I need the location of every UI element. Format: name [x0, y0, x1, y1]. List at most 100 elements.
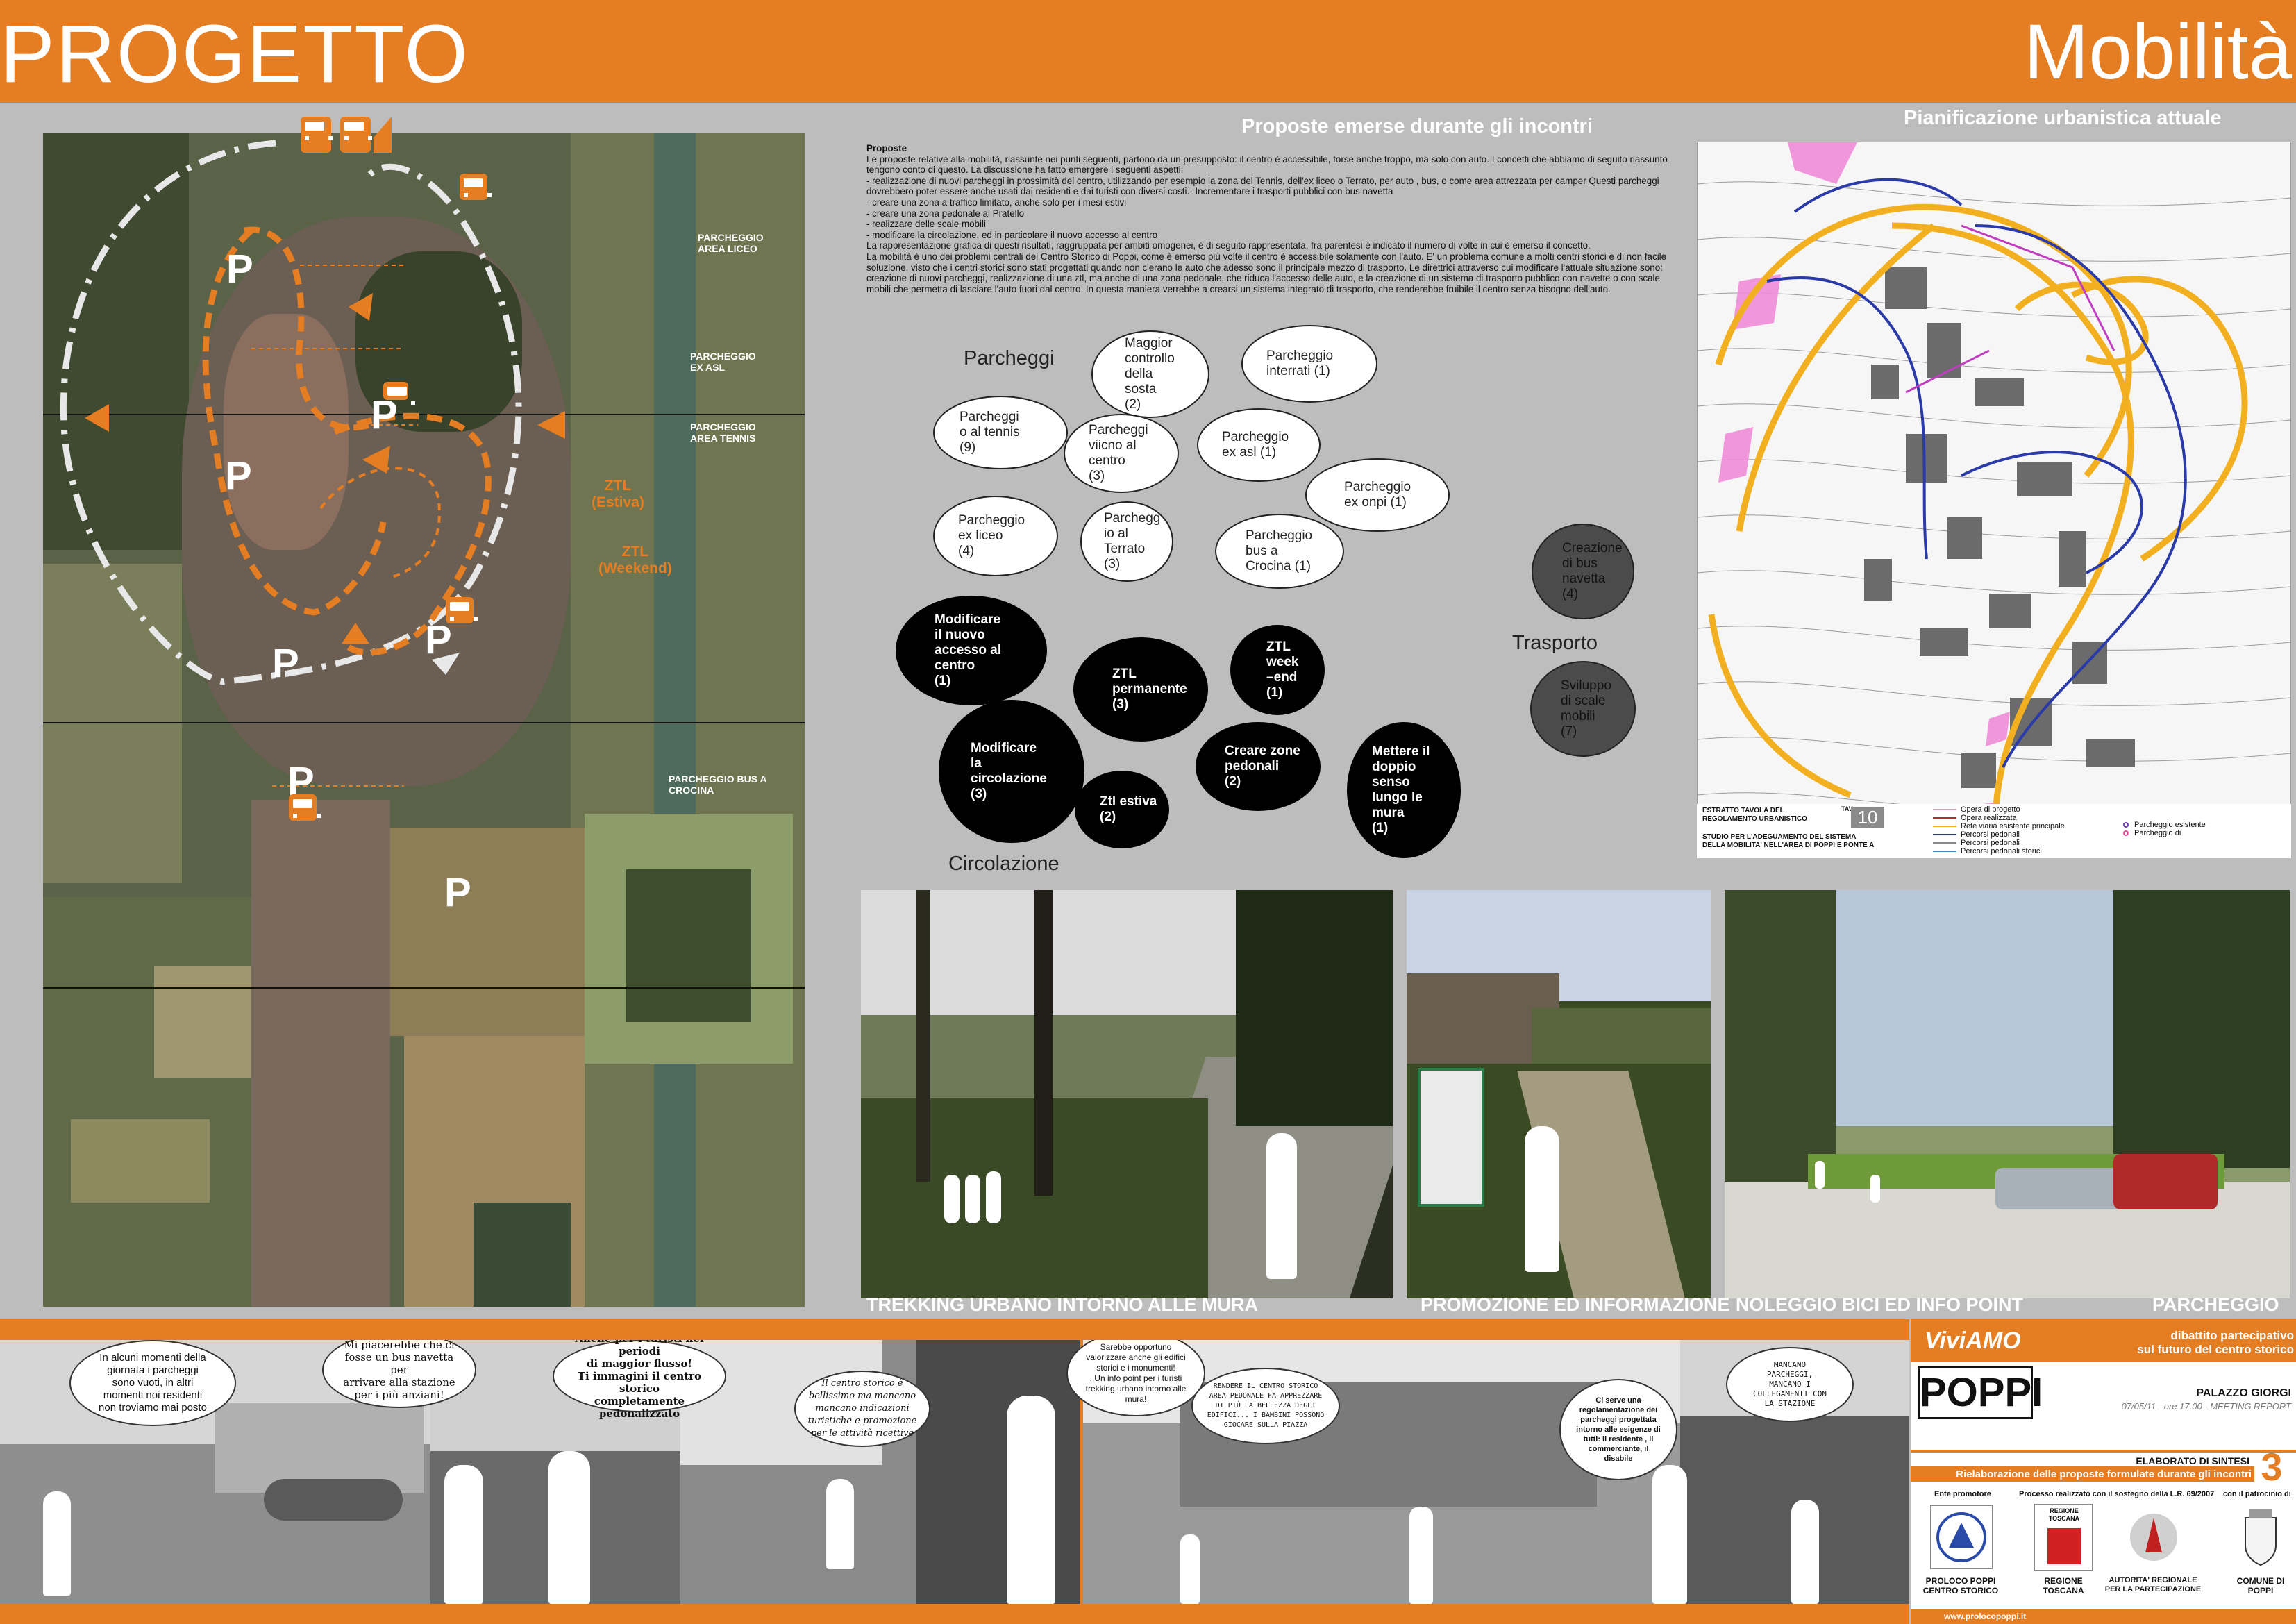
bubble-ztl-permanente: ZTL permanente (3) — [1073, 637, 1208, 742]
bubble-nuovo-accesso: Modificare il nuovo accesso al centro (1… — [896, 596, 1047, 705]
autorita-label: AUTORITA' REGIONALE PER LA PARTECIPAZION… — [2104, 1576, 2202, 1593]
person-silhouette — [826, 1479, 854, 1569]
viviamo-logo: ViviAMO — [1925, 1328, 2021, 1354]
bubble-ex-onpi: Parcheggio ex onpi (1) — [1305, 458, 1450, 532]
bubble-ztl-estiva: Ztl estiva (2) — [1075, 771, 1169, 848]
legend-right: Parcheggio esistente Parcheggio di — [2123, 821, 2276, 837]
speech-cloud-7: Ci serve una regolamentazione dei parche… — [1559, 1379, 1677, 1480]
proposte-line: - creare una zona a traffico limitato, a… — [866, 196, 1127, 208]
bubble-zone-pedonali: Creare zone pedonali (2) — [1196, 722, 1321, 811]
person-silhouette — [444, 1465, 483, 1604]
parking-marker: P — [425, 617, 452, 662]
proposte-line: - creare una zona pedonale al Pratello — [866, 208, 1025, 219]
speech-cloud-3: Anche per i turisti nei periodi di maggi… — [553, 1340, 726, 1420]
dibattito-text: dibattito partecipativo sul futuro del c… — [2137, 1329, 2294, 1356]
person-silhouette — [944, 1175, 960, 1223]
regione-toscana-logo: REGIONE TOSCANA — [2034, 1504, 2093, 1571]
aerial-map: PARCHEGGIO AREA LICEO PARCHEGGIO EX ASL … — [43, 133, 805, 1307]
legend-item: Opera realizzata — [1961, 814, 2017, 822]
parking-marker: P — [225, 453, 252, 499]
bubble-ex-liceo: Parcheggio ex liceo (4) — [933, 496, 1058, 576]
person-silhouette — [1266, 1133, 1297, 1279]
legend-item: Rete viaria esistente principale — [1961, 822, 2065, 830]
elaborato-label: ELABORATO DI SINTESI — [2136, 1455, 2249, 1466]
legend-title-1: ESTRATTO TAVOLA DEL REGOLAMENTO URBANIST… — [1702, 807, 1807, 823]
website-link[interactable]: www.prolocopoppi.it — [1944, 1612, 2026, 1621]
plan-legend: ESTRATTO TAVOLA DEL REGOLAMENTO URBANIST… — [1697, 804, 2291, 858]
speech-cloud-4: Il centro storico è bellissimo ma mancan… — [794, 1371, 930, 1447]
viviamo-band: ViviAMO dibattito partecipativo sul futu… — [1911, 1319, 2296, 1362]
bike-icon — [383, 382, 415, 405]
map-label-asl: PARCHEGGIO EX ASL — [690, 351, 756, 373]
legend-item: Percorsi pedonali storici — [1961, 847, 2042, 855]
person-silhouette — [965, 1175, 980, 1223]
photo-label-noleggio: NOLEGGIO BICI ED INFO POINT — [1736, 1294, 2024, 1315]
bike-icon — [374, 117, 392, 153]
photo-trekking — [861, 890, 1393, 1298]
person-silhouette — [548, 1451, 590, 1604]
regione-label: REGIONE TOSCANA — [2043, 1576, 2084, 1596]
person-silhouette — [1409, 1507, 1433, 1604]
category-circolazione: Circolazione — [948, 853, 1059, 875]
bubble-doppio-senso: Mettere il doppio senso lungo le mura (1… — [1347, 722, 1461, 858]
person-silhouette — [1007, 1396, 1055, 1604]
person-silhouette — [1870, 1175, 1880, 1203]
proposte-heading: Proposte — [866, 143, 907, 153]
bubble-ztl-weekend: ZTL week –end (1) — [1230, 625, 1325, 715]
person-silhouette — [1525, 1126, 1559, 1272]
bubble-terrato: Parchegg io al Terrato (3) — [1080, 501, 1173, 582]
website-band: www.prolocopoppi.it — [1911, 1609, 2296, 1624]
legend-items: Opera di progetto Opera realizzata Rete … — [1933, 805, 2113, 855]
speech-cloud-6: RENDERE IL CENTRO STORICO AREA PEDONALE … — [1191, 1368, 1340, 1444]
photo-label-trekking: TREKKING URBANO INTORNO ALLE MURA — [866, 1294, 1258, 1315]
map-label-liceo: PARCHEGGIO AREA LICEO — [698, 232, 764, 254]
patrocinio-label: con il patrocinio di — [2223, 1490, 2291, 1498]
bubble-circolazione: Modificare la circolazione (3) — [939, 700, 1084, 843]
bubble-bus-navetta: Creazione di bus navetta (4) — [1532, 524, 1634, 619]
proposte-line: La mobilità è uno dei problemi centrali … — [866, 251, 1667, 294]
category-parcheggi: Parcheggi — [964, 347, 1055, 369]
bus-icon — [289, 794, 321, 821]
header-bar: PROGETTO Mobilità — [0, 0, 2296, 103]
urban-plan-map — [1697, 142, 2291, 858]
regione-toscana-logo-text: REGIONE TOSCANA — [2048, 1507, 2080, 1522]
speech-cloud-2: Mi piacerebbe che ci fosse un bus navett… — [322, 1340, 476, 1408]
info-divider — [1911, 1450, 2296, 1453]
bubble-interrati: Parcheggio interrati (1) — [1241, 325, 1377, 403]
proposte-text: Proposte Le proposte relative alla mobil… — [866, 143, 1677, 294]
bus-icon — [460, 174, 492, 200]
legend-item: Opera di progetto — [1961, 805, 2020, 814]
strip-bar-bottom — [0, 1604, 1909, 1624]
map-label-crocina: PARCHEGGIO BUS A CROCINA — [669, 773, 767, 796]
poppi-title: POPPI — [1918, 1366, 2043, 1419]
processo-label: Processo realizzato con il sostegno dell… — [2019, 1490, 2215, 1498]
bus-icon — [301, 117, 333, 153]
parking-marker: P — [272, 641, 299, 686]
proposte-line: - realizzazione di nuovi parcheggi in pr… — [866, 175, 1659, 197]
bubble-sosta: Maggior controllo della sosta (2) — [1091, 330, 1209, 418]
header-title-right: Mobilità — [2024, 8, 2292, 95]
person-silhouette — [1652, 1465, 1687, 1604]
bus-icon — [446, 597, 478, 623]
ente-label: Ente promotore — [1934, 1490, 1991, 1498]
ztl-estiva-label: ZTL (Estiva) — [592, 478, 644, 510]
photo-label-promozione: PROMOZIONE ED INFORMAZIONE — [1421, 1294, 1730, 1315]
comune-poppi-logo — [2240, 1504, 2281, 1571]
person-silhouette — [1815, 1161, 1825, 1189]
legend-tav-number: 10 — [1851, 807, 1884, 828]
header-title-left: PROGETTO — [0, 8, 470, 100]
legend-parcheggio-di: Parcheggio di — [2134, 829, 2181, 837]
category-trasporto: Trasporto — [1512, 632, 1598, 654]
proposte-line: - modificare la circolazione, ed in part… — [866, 229, 1158, 240]
proposte-title: Proposte emerse durante gli incontri — [1241, 115, 1593, 137]
train-icon — [340, 117, 372, 153]
parking-marker: P — [226, 246, 253, 292]
legend-title-2: STUDIO PER L'ADEGUAMENTO DEL SISTEMA DEL… — [1702, 833, 1875, 849]
autorita-logo — [2125, 1504, 2183, 1571]
proposte-line: - realizzare delle scale mobili — [866, 219, 986, 230]
map-overlay-routes — [60, 140, 565, 787]
person-silhouette — [1791, 1500, 1819, 1604]
bubble-vicino-centro: Parcheggi viicno al centro (3) — [1064, 414, 1179, 493]
legend-parcheggio-esistente: Parcheggio esistente — [2134, 821, 2206, 829]
photo-promozione — [1407, 890, 1711, 1298]
